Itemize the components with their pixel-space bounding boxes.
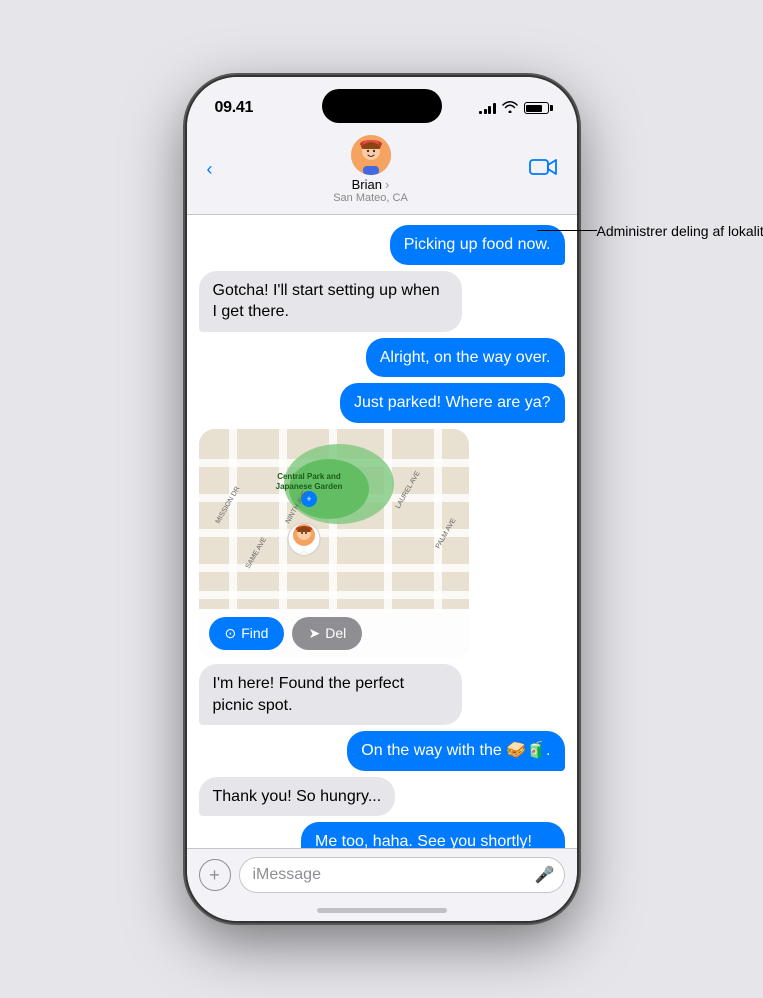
- wifi-icon: [502, 101, 518, 116]
- map-bubble[interactable]: Central Park and Japanese Garden + MISSI…: [199, 429, 469, 658]
- message-row: Thank you! So hungry...: [199, 777, 565, 817]
- message-bubble[interactable]: Alright, on the way over.: [366, 338, 565, 378]
- message-bubble[interactable]: On the way with the 🥪🧃.: [347, 731, 564, 771]
- contact-subtitle: San Mateo, CA: [333, 192, 408, 204]
- find-icon: ⊙: [225, 625, 237, 642]
- message-input-wrapper: iMessage 🎤: [239, 857, 565, 893]
- message-row: Just parked! Where are ya?: [199, 383, 565, 423]
- message-bubble[interactable]: Thank you! So hungry...: [199, 777, 396, 817]
- status-time: 09.41: [215, 99, 254, 117]
- map-actions: ⊙ Find ➤ Del: [199, 609, 469, 658]
- annotation-line: [537, 230, 597, 231]
- share-icon: ➤: [308, 625, 320, 642]
- microphone-icon[interactable]: 🎤: [535, 865, 555, 885]
- message-bubble[interactable]: Me too, haha. See you shortly! 😎: [301, 822, 565, 848]
- find-button[interactable]: ⊙ Find: [209, 617, 285, 650]
- message-row: I'm here! Found the perfect picnic spot.: [199, 664, 565, 725]
- message-bubble[interactable]: I'm here! Found the perfect picnic spot.: [199, 664, 463, 725]
- message-row: Central Park and Japanese Garden + MISSI…: [199, 429, 565, 658]
- message-row: Alright, on the way over.: [199, 338, 565, 378]
- map-area: Central Park and Japanese Garden + MISSI…: [199, 429, 469, 609]
- svg-text:Central Park and: Central Park and: [277, 472, 341, 481]
- message-input[interactable]: [239, 857, 565, 893]
- contact-name: Brian ›: [352, 177, 390, 192]
- back-button[interactable]: ‹: [203, 155, 217, 184]
- contact-info[interactable]: Brian › San Mateo, CA: [217, 135, 525, 204]
- message-bubble[interactable]: Gotcha! I'll start setting up when I get…: [199, 271, 463, 332]
- battery-icon: [524, 102, 549, 114]
- status-icons: [479, 101, 549, 116]
- message-row: Me too, haha. See you shortly! 😎 Leveret: [199, 822, 565, 848]
- message-row: Picking up food now.: [199, 225, 565, 265]
- messages-area: Picking up food now. Gotcha! I'll start …: [187, 215, 577, 848]
- message-row: Gotcha! I'll start setting up when I get…: [199, 271, 565, 332]
- signal-icon: [479, 102, 496, 114]
- message-row: On the way with the 🥪🧃.: [199, 731, 565, 771]
- share-location-button[interactable]: ➤ Del: [292, 617, 362, 650]
- annotation: Administrer deling af lokalitet.: [597, 222, 763, 242]
- home-indicator: [317, 908, 447, 913]
- message-bubble[interactable]: Just parked! Where are ya?: [340, 383, 565, 423]
- dynamic-island: [322, 89, 442, 123]
- avatar: [351, 135, 391, 175]
- add-attachment-button[interactable]: +: [199, 859, 231, 891]
- video-call-button[interactable]: [525, 153, 561, 187]
- svg-text:Japanese Garden: Japanese Garden: [275, 482, 342, 491]
- navigation-header: ‹: [187, 131, 577, 215]
